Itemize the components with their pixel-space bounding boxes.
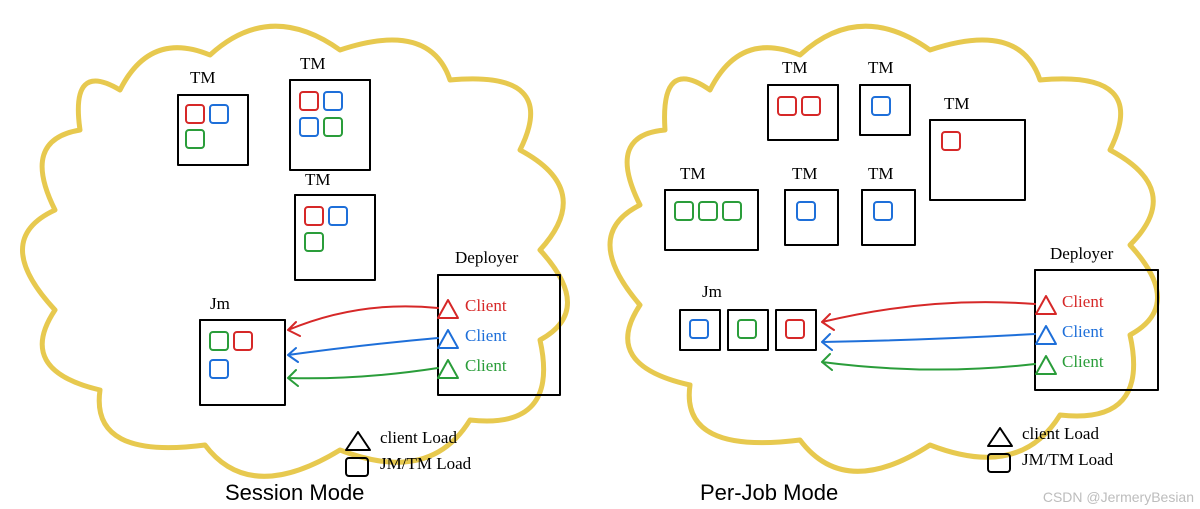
slot-icon xyxy=(699,202,717,220)
tm4r-label: TM xyxy=(680,164,706,184)
client3-right: Client xyxy=(1062,352,1104,372)
triangle-icon xyxy=(1036,296,1056,314)
title-right: Per-Job Mode xyxy=(700,480,838,506)
slot-icon xyxy=(675,202,693,220)
client2-right: Client xyxy=(1062,322,1104,342)
slot-icon xyxy=(874,202,892,220)
tm6r-box xyxy=(862,190,915,245)
jmr-label: Jm xyxy=(702,282,722,302)
arrow-red-r xyxy=(822,302,1035,330)
jm-box3 xyxy=(776,310,816,350)
arrow-green-r xyxy=(822,354,1035,370)
tm2r-box xyxy=(860,85,910,135)
deployer-label-right: Deployer xyxy=(1050,244,1113,264)
jm-box1 xyxy=(680,310,720,350)
tm1r-label: TM xyxy=(782,58,808,78)
diagram-root: { "left": { "title": "Session Mode", "tm… xyxy=(0,0,1200,509)
slot-icon xyxy=(723,202,741,220)
tm5r-box xyxy=(785,190,838,245)
watermark: CSDN @JermeryBesian xyxy=(1043,489,1194,505)
jm-box2 xyxy=(728,310,768,350)
slot-icon xyxy=(872,97,890,115)
triangle-icon xyxy=(1036,356,1056,374)
arrow-blue-r xyxy=(822,334,1035,350)
slot-icon xyxy=(942,132,960,150)
legend2-right: JM/TM Load xyxy=(1022,450,1113,470)
slot-icon xyxy=(778,97,796,115)
client1-right: Client xyxy=(1062,292,1104,312)
tm6r-label: TM xyxy=(868,164,894,184)
triangle-icon xyxy=(1036,326,1056,344)
slot-icon xyxy=(738,320,756,338)
tm5r-label: TM xyxy=(792,164,818,184)
slot-icon xyxy=(797,202,815,220)
right-panel-svg xyxy=(0,0,1200,509)
legend-triangle-icon xyxy=(988,428,1012,446)
slot-icon xyxy=(690,320,708,338)
legend1-right: client Load xyxy=(1022,424,1099,444)
tm2r-label: TM xyxy=(868,58,894,78)
tm3r-label: TM xyxy=(944,94,970,114)
slot-icon xyxy=(802,97,820,115)
slot-icon xyxy=(786,320,804,338)
